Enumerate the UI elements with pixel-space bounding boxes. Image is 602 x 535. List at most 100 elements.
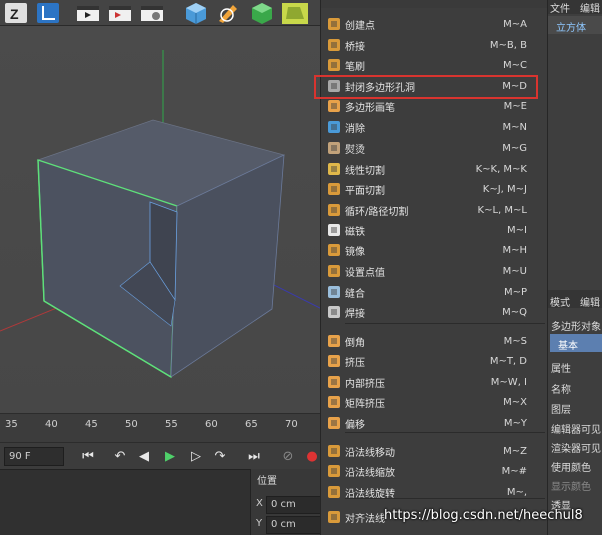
brush-icon	[325, 57, 343, 73]
bridge-icon	[325, 37, 343, 53]
menu-mode[interactable]: 模式	[550, 294, 570, 309]
attr-row-label: 编辑器可见	[551, 425, 601, 436]
menu-item[interactable]: 倒角 M~S	[321, 331, 547, 351]
menu-item-shortcut: M~Q	[502, 306, 527, 318]
menu-item-label: 偏移	[345, 419, 365, 431]
go-to-start-icon[interactable]: ⏮	[76, 446, 100, 467]
frame-field[interactable]: 90 F	[4, 447, 64, 466]
previous-key-icon[interactable]: ↶	[108, 446, 132, 467]
record-disabled-icon[interactable]: ⊘	[276, 446, 300, 467]
menu-item[interactable]: 设置点值 M~U	[321, 261, 547, 281]
dissolve-icon	[325, 119, 343, 135]
menu-item-shortcut: M~U	[502, 265, 527, 277]
object-name-cube[interactable]: 立方体	[556, 19, 586, 34]
object-manager-menu: 文件 编辑	[548, 0, 602, 15]
object-type-label: 多边形对象	[551, 322, 601, 333]
ruler-tick-label: 70	[285, 419, 298, 430]
plane-cut-icon	[325, 181, 343, 197]
create-point-icon	[325, 16, 343, 32]
line-cut-icon	[325, 161, 343, 177]
menu-item[interactable]: 沿法线缩放 M~#	[321, 461, 547, 481]
watermark-text: https://blog.csdn.net/heechul8	[384, 508, 583, 523]
next-frame-icon[interactable]: ▷	[184, 446, 208, 467]
object-row[interactable]: 立方体	[548, 16, 602, 34]
menu-item-shortcut: M~X	[503, 396, 527, 408]
pen-icon[interactable]	[214, 0, 242, 26]
ruler-tick-label: 55	[165, 419, 178, 430]
coord-x-field[interactable]: 0 cm	[266, 496, 321, 514]
menu-item[interactable]: 多边形画笔 M~E	[321, 96, 547, 116]
menu-item-label: 平面切割	[345, 185, 385, 197]
menu-item-label: 循环/路径切割	[345, 206, 409, 218]
ruler-tick-label: 45	[85, 419, 98, 430]
ruler-tick-label: 60	[205, 419, 218, 430]
menu-item-label: 沿法线移动	[345, 447, 395, 459]
offset-icon	[325, 415, 343, 431]
menu-item[interactable]: 线性切割 K~K, M~K	[321, 159, 547, 179]
menu-file[interactable]: 文件	[550, 0, 570, 15]
timeline-ruler[interactable]: 35 40 45 50 55 60 65 70	[0, 413, 320, 442]
render-picture-icon[interactable]	[106, 0, 134, 26]
menu-item[interactable]: 缝合 M~P	[321, 282, 547, 302]
menu-item-shortcut: M~B, B	[489, 39, 527, 51]
coord-x-row: X 0 cm	[251, 495, 321, 515]
matrix-extrude-icon	[325, 394, 343, 410]
menu-separator	[345, 498, 545, 499]
menu-item[interactable]: 矩阵挤压 M~X	[321, 392, 547, 412]
attr-manager-menu: 模式 编辑	[548, 290, 602, 309]
menu-item-shortcut: M~P	[503, 286, 527, 298]
previous-frame-icon[interactable]: ◀	[132, 446, 156, 467]
tab-basic[interactable]: 基本	[550, 334, 602, 352]
menu-item[interactable]: 偏移 M~Y	[321, 413, 547, 433]
menu-item-label: 消除	[345, 123, 365, 135]
render-view-icon[interactable]	[74, 0, 102, 26]
svg-text:Z: Z	[10, 6, 19, 22]
next-key-icon[interactable]: ↷	[208, 446, 232, 467]
menu-edit2[interactable]: 编辑	[580, 294, 600, 309]
menu-item[interactable]: 沿法线旋转 M~,	[321, 482, 547, 502]
tab-basic-label: 基本	[558, 341, 578, 352]
axis-icon[interactable]	[34, 0, 62, 26]
play-icon[interactable]: ▶	[158, 446, 182, 467]
menu-item-label: 设置点值	[345, 267, 385, 279]
menu-item[interactable]: 笔刷 M~C	[321, 55, 547, 75]
menu-item-shortcut: M~S	[503, 335, 527, 347]
menu-item-shortcut: K~K, M~K	[475, 163, 527, 175]
coord-x-label: X	[256, 498, 263, 509]
magnet-icon	[325, 222, 343, 238]
menu-item[interactable]: 焊接 M~Q	[321, 302, 547, 322]
deformer-icon[interactable]	[280, 0, 308, 26]
menu-item-shortcut: M~#	[501, 465, 527, 477]
menu-item-label: 多边形画笔	[345, 102, 395, 114]
menu-item-shortcut: M~T, D	[489, 355, 527, 367]
menu-item[interactable]: 挤压 M~T, D	[321, 351, 547, 371]
menu-item[interactable]: 创建点 M~A	[321, 14, 547, 34]
menu-item-label: 对齐法线	[345, 513, 385, 525]
menu-item[interactable]: 内部挤压 M~W, I	[321, 372, 547, 392]
3d-viewport[interactable]	[0, 26, 320, 413]
menu-item[interactable]: 平面切割 K~J, M~J	[321, 179, 547, 199]
coord-y-field[interactable]: 0 cm	[266, 516, 321, 534]
render-settings-icon[interactable]	[138, 0, 166, 26]
menu-item[interactable]: 沿法线移动 M~Z	[321, 441, 547, 461]
cube-icon[interactable]	[182, 0, 210, 26]
menu-item[interactable]: 镜像 M~H	[321, 240, 547, 260]
menu-item-shortcut: K~J, M~J	[482, 183, 527, 195]
align-normals-icon	[325, 509, 343, 525]
iron-icon	[325, 140, 343, 156]
menu-item[interactable]: 熨烫 M~G	[321, 138, 547, 158]
menu-item[interactable]: 桥接 M~B, B	[321, 35, 547, 55]
menu-item[interactable]: 消除 M~N	[321, 117, 547, 137]
menu-edit[interactable]: 编辑	[580, 0, 600, 15]
menu-item-shortcut: M~A	[503, 18, 527, 30]
subdivision-icon[interactable]	[248, 0, 276, 26]
menu-item-label: 桥接	[345, 41, 365, 53]
bevel-icon	[325, 333, 343, 349]
z-snap-icon[interactable]: Z	[2, 0, 30, 26]
attr-row-label: 渲染器可见	[551, 444, 601, 455]
menu-item[interactable]: 循环/路径切割 K~L, M~L	[321, 200, 547, 220]
menu-item-label: 内部挤压	[345, 378, 385, 390]
menu-item[interactable]: 磁铁 M~I	[321, 220, 547, 240]
go-to-end-icon[interactable]: ⏭	[242, 446, 266, 467]
mirror-icon	[325, 242, 343, 258]
